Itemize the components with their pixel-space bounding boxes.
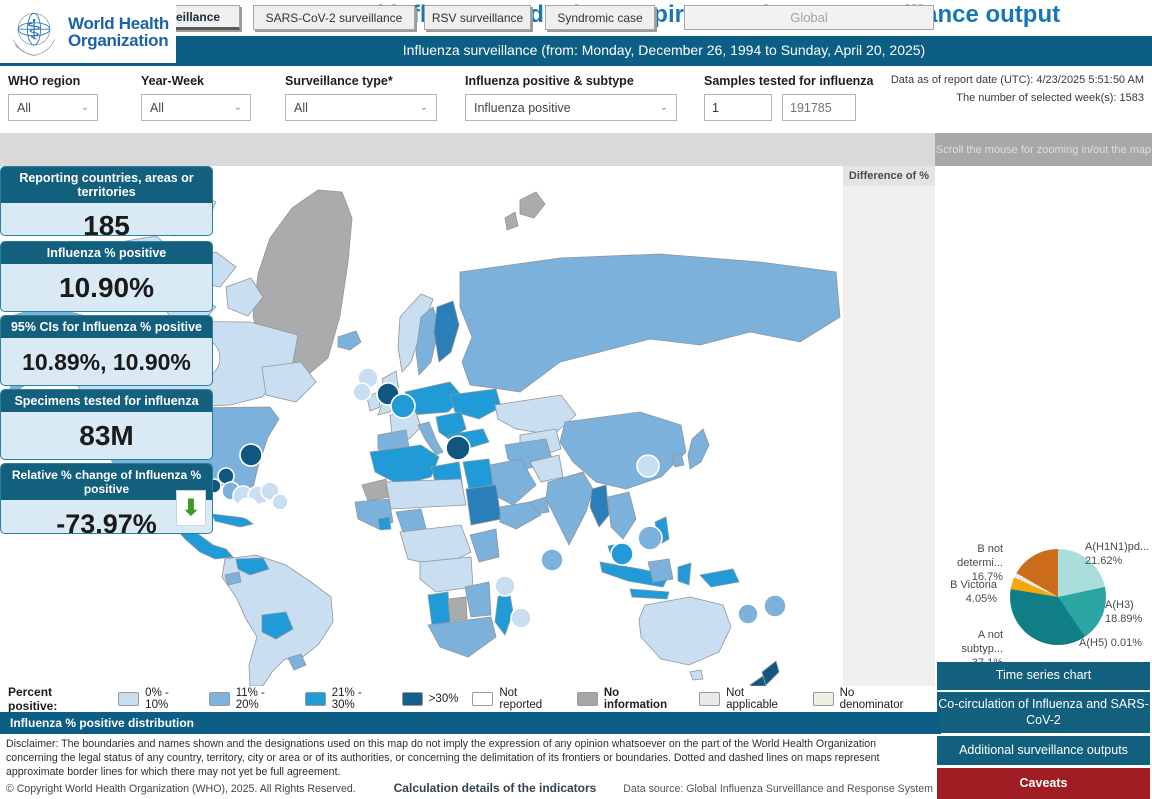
pie-label-a-h5: A(H5) 0.01%: [1079, 637, 1152, 651]
chevron-down-icon: ⌄: [420, 102, 428, 113]
stat-title: 95% CIs for Influenza % positive: [1, 316, 212, 338]
legend-item: 0% - 10%: [118, 687, 195, 711]
stat-card-relative-change: Relative % change of Influenza % positiv…: [0, 463, 213, 534]
disclaimer-text: Disclaimer: The boundaries and names sho…: [6, 738, 930, 780]
samples-min-input[interactable]: [704, 94, 772, 121]
copyright-text: © Copyright World Health Organization (W…: [6, 783, 356, 795]
samples-max-input[interactable]: [782, 94, 856, 121]
pie-label-a-h1n1: A(H1N1)pd...21.62%: [1085, 541, 1151, 569]
subtitle-bar: Influenza surveillance (from: Monday, De…: [176, 36, 1152, 63]
legend-swatch: [402, 692, 423, 706]
year-week-value: All: [150, 101, 164, 115]
report-date: Data as of report date (UTC): 4/23/2025 …: [891, 72, 1144, 90]
stat-card-influenza-positive: Influenza % positive 10.90%: [0, 241, 213, 312]
data-source-text: Data source: Global Influenza Surveillan…: [623, 783, 933, 795]
who-region-label: WHO region: [8, 74, 80, 88]
legend-item: 11% - 20%: [209, 687, 291, 711]
dashboard: ⚕ World Health Organization Integrated i…: [0, 0, 1152, 799]
stat-value: 10.89%, 10.90%: [1, 338, 212, 386]
map-legend: Percent positive: 0% - 10% 11% - 20% 21%…: [0, 686, 935, 712]
legend-swatch: [813, 692, 834, 706]
stat-card-specimens-tested: Specimens tested for influenza 83M: [0, 389, 213, 460]
time-series-chart-button[interactable]: Time series chart: [937, 662, 1150, 690]
stat-title: Specimens tested for influenza: [1, 390, 212, 412]
legend-swatch: [118, 692, 139, 706]
legend-swatch: [305, 692, 326, 706]
year-week-dropdown[interactable]: All ⌄: [141, 94, 251, 121]
chevron-down-icon: ⌄: [81, 102, 89, 113]
footer: © Copyright World Health Organization (W…: [0, 781, 941, 799]
stat-title: Reporting countries, areas or territorie…: [1, 167, 212, 203]
chevron-down-icon: ⌄: [234, 102, 242, 113]
stat-value: 185: [1, 203, 212, 236]
legend-item: Not applicable: [699, 687, 798, 711]
legend-swatch: [699, 692, 720, 706]
legend-item: No information: [577, 687, 685, 711]
calculation-details-link[interactable]: Calculation details of the indicators: [330, 781, 660, 795]
year-week-label: Year-Week: [141, 74, 204, 88]
legend-item: Not reported: [472, 687, 563, 711]
pie-label-b-victoria: B Victoria4.05%: [937, 579, 997, 607]
legend-swatch: [209, 692, 230, 706]
who-logo: ⚕ World Health Organization: [6, 2, 176, 62]
difference-of-percent-header: Difference of %: [843, 166, 935, 186]
surveillance-type-value: All: [294, 101, 308, 115]
tab-rsv-surveillance[interactable]: RSV surveillance: [424, 5, 531, 30]
distribution-section-header[interactable]: Influenza % positive distribution: [0, 712, 941, 734]
surveillance-type-label: Surveillance type*: [285, 74, 393, 88]
who-logo-text: World Health Organization: [68, 15, 169, 50]
tab-syndromic-case[interactable]: Syndromic case: [545, 5, 655, 30]
who-region-value: All: [17, 101, 31, 115]
who-region-dropdown[interactable]: All ⌄: [8, 94, 98, 121]
stat-value: 83M: [1, 412, 212, 460]
stat-value: 10.90%: [1, 264, 212, 312]
svg-text:⚕: ⚕: [26, 14, 41, 45]
legend-item: >30%: [402, 692, 459, 706]
tab-strip: [0, 133, 935, 166]
filter-row: WHO region All ⌄ Year-Week All ⌄ Surveilla…: [0, 66, 1152, 132]
flu-positive-label: Influenza positive & subtype: [465, 74, 634, 88]
samples-label: Samples tested for influenza: [704, 74, 873, 88]
legend-swatch: [577, 692, 598, 706]
stat-title: Influenza % positive: [1, 242, 212, 264]
flu-positive-dropdown[interactable]: Influenza positive ⌄: [465, 94, 677, 121]
who-emblem-icon: ⚕: [6, 4, 62, 60]
legend-item: No denominator: [813, 687, 921, 711]
stat-card-countries: Reporting countries, areas or territorie…: [0, 166, 213, 236]
pie-label-a-h3: A(H3)18.89%: [1105, 599, 1152, 627]
selected-weeks: The number of selected week(s): 1583: [891, 90, 1144, 108]
caveats-button[interactable]: Caveats: [937, 768, 1150, 799]
decrease-arrow-icon: ⬇: [176, 490, 206, 526]
report-info: Data as of report date (UTC): 4/23/2025 …: [891, 72, 1144, 107]
legend-title: Percent positive:: [8, 685, 104, 713]
surveillance-type-dropdown[interactable]: All ⌄: [285, 94, 437, 121]
tab-sars-cov-2-surveillance[interactable]: SARS-CoV-2 surveillance: [253, 5, 415, 30]
additional-surveillance-button[interactable]: Additional surveillance outputs: [937, 736, 1150, 765]
cocirculation-button[interactable]: Co-circulation of Influenza and SARS-CoV…: [937, 692, 1150, 733]
legend-swatch: [472, 692, 493, 706]
chevron-down-icon: ⌄: [660, 102, 668, 113]
flu-positive-value: Influenza positive: [474, 101, 571, 115]
map-zoom-hint: Scroll the mouse for zooming in/out the …: [935, 133, 1152, 166]
tab-global[interactable]: Global: [684, 5, 934, 30]
subtype-pie-chart: B not determi...16.7% B Victoria4.05% A …: [937, 537, 1150, 661]
difference-column: Difference of %: [843, 166, 935, 686]
stat-card-confidence-intervals: 95% CIs for Influenza % positive 10.89%,…: [0, 315, 213, 386]
legend-item: 21% - 30%: [305, 687, 388, 711]
